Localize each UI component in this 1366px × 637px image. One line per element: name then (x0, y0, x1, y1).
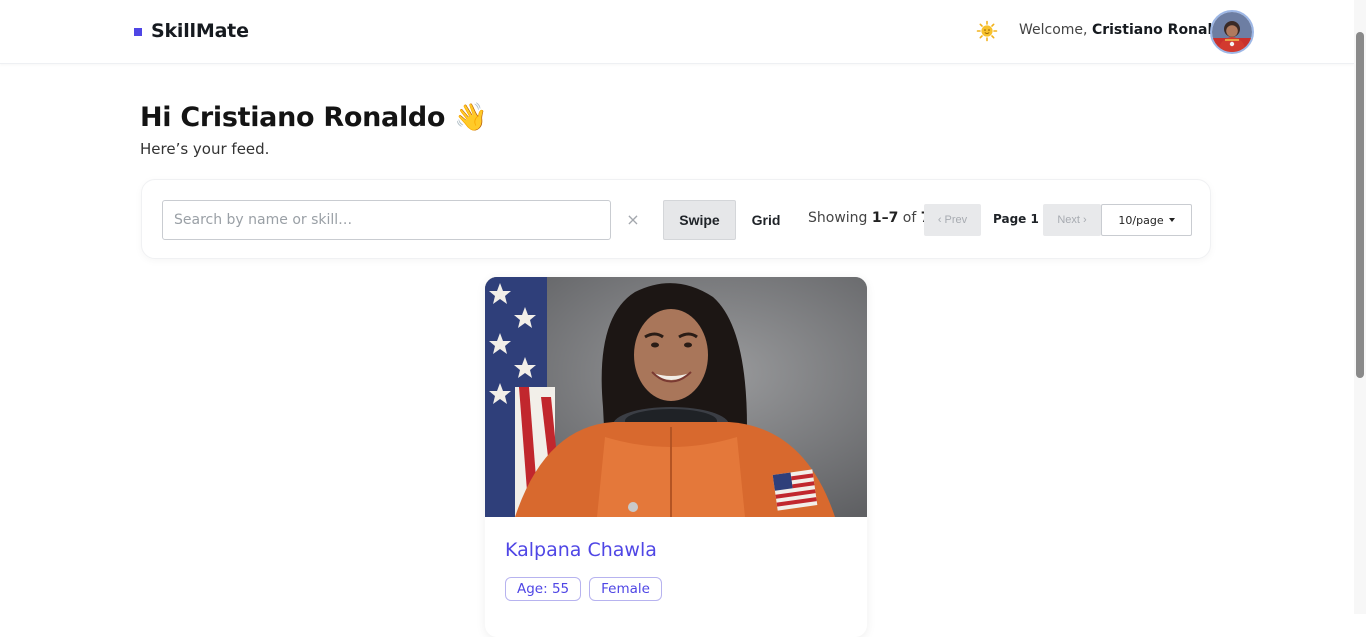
caret-down-icon (1168, 218, 1175, 222)
user-avatar[interactable] (1210, 10, 1254, 54)
search-input[interactable] (162, 200, 611, 240)
showing-prefix: Showing (808, 210, 872, 226)
showing-of: of (898, 210, 921, 226)
swipe-view-button[interactable]: Swipe (663, 200, 736, 240)
profile-name-link[interactable]: Kalpana Chawla (505, 539, 657, 561)
feed-toolbar: × Swipe Grid Showing 1–7 of 7 ‹ Prev Pag… (141, 179, 1211, 259)
age-chip: Age: 55 (505, 577, 582, 601)
clear-search-button[interactable]: × (625, 208, 641, 232)
next-page-button[interactable]: Next › (1043, 204, 1101, 236)
sun-icon (976, 20, 998, 42)
page-greeting: Hi Cristiano Ronaldo 👋 (140, 102, 488, 133)
results-count: Showing 1–7 of 7 (808, 210, 931, 226)
page-subtitle: Here’s your feed. (140, 140, 270, 158)
page-indicator: Page 1 (993, 212, 1039, 226)
profile-photo (485, 277, 867, 517)
page-scrollbar[interactable] (1354, 0, 1366, 614)
scrollbar-thumb[interactable] (1356, 32, 1364, 378)
welcome-prefix: Welcome, (1019, 22, 1092, 38)
prev-page-button[interactable]: ‹ Prev (924, 204, 981, 236)
top-navbar: SkillMate Welcome, Cristiano Ronaldo (0, 0, 1354, 64)
gender-chip: Female (589, 577, 662, 601)
theme-toggle-button[interactable] (975, 19, 999, 43)
brand-square-icon (134, 28, 142, 36)
showing-range: 1–7 (871, 210, 899, 226)
profile-card[interactable]: Kalpana Chawla Age: 55 Female (485, 277, 867, 637)
per-page-value: 10/page (1118, 213, 1164, 227)
per-page-select[interactable]: 10/page (1101, 204, 1192, 236)
grid-view-button[interactable]: Grid (736, 200, 796, 240)
brand-name: SkillMate (151, 20, 249, 42)
avatar-image (1212, 12, 1252, 52)
profile-chips: Age: 55 Female (505, 577, 662, 601)
welcome-text: Welcome, Cristiano Ronaldo (1019, 22, 1232, 38)
brand-logo[interactable]: SkillMate (134, 20, 249, 42)
